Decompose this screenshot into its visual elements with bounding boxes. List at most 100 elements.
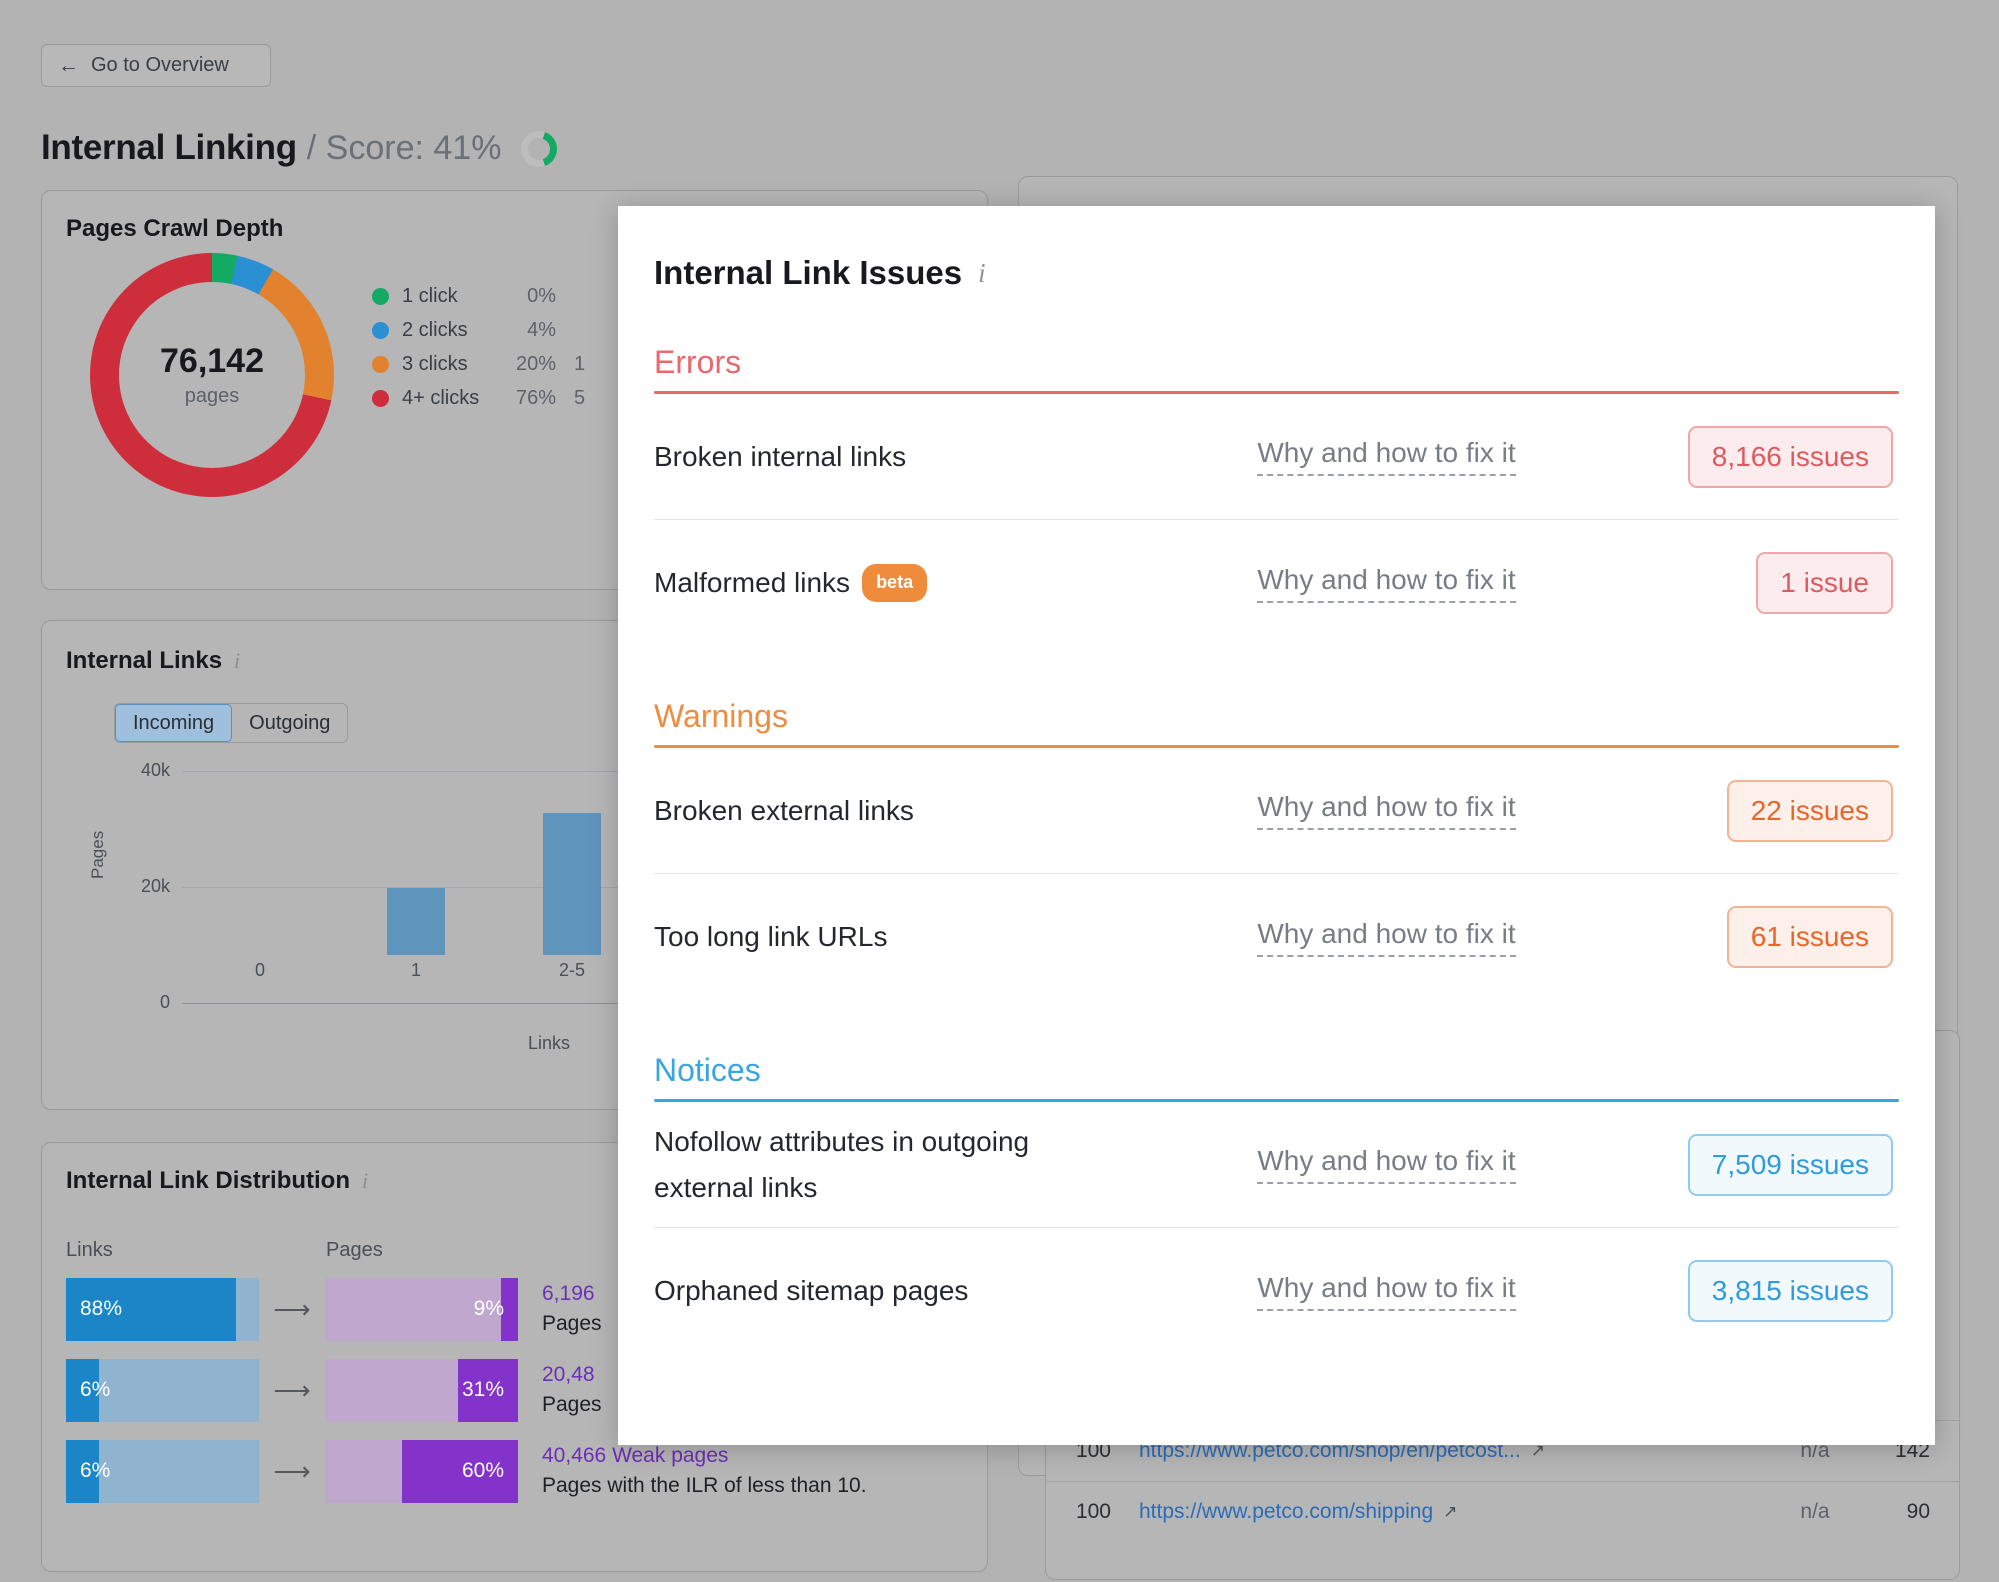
legend-color-dot (372, 356, 389, 373)
fix-link[interactable]: Why and how to fix it (1124, 1272, 1649, 1311)
arrow-left-icon: ← (58, 55, 79, 76)
legend-color-dot (372, 288, 389, 305)
score-ring-icon (521, 131, 557, 167)
external-link-icon[interactable]: ↗ (1443, 1502, 1457, 1522)
arrow-right-icon: ⟶ (259, 1294, 325, 1325)
legend-percent: 4% (510, 319, 556, 342)
distribution-count[interactable]: 20,48 (542, 1363, 602, 1387)
pages-bar: 31% (325, 1359, 518, 1422)
fix-link[interactable]: Why and how to fix it (1124, 1145, 1649, 1184)
issue-count-badge[interactable]: 8,166 issues (1688, 426, 1893, 488)
issue-label: Nofollow attributes in outgoing external… (654, 1119, 1124, 1210)
row-count: 90 (1870, 1500, 1960, 1524)
issue-section-title: Warnings (654, 646, 1899, 745)
distribution-text: 20,48Pages (542, 1363, 602, 1417)
y-axis-label: Pages (88, 831, 108, 879)
issue-section: Warnings Broken external links Why and how… (654, 646, 1899, 1000)
issue-count-badge[interactable]: 7,509 issues (1688, 1134, 1893, 1196)
issue-row: Broken external links Why and how to fix … (654, 748, 1899, 874)
fix-link-label[interactable]: Why and how to fix it (1257, 437, 1515, 476)
distribution-desc: Pages (542, 1312, 602, 1336)
distribution-count[interactable]: 6,196 (542, 1282, 602, 1306)
links-direction-toggle[interactable]: Incoming Outgoing (114, 703, 348, 743)
issue-row: Nofollow attributes in outgoing external… (654, 1102, 1899, 1228)
info-icon[interactable]: i (978, 258, 986, 289)
y-axis-tick: 20k (141, 876, 170, 897)
issue-count-wrap: 8,166 issues (1649, 426, 1899, 488)
legend-item: 1 click0% (372, 279, 585, 313)
legend-color-dot (372, 322, 389, 339)
page-title-main: Internal Linking (41, 128, 297, 168)
issue-row: Orphaned sitemap pages Why and how to fix… (654, 1228, 1899, 1354)
go-to-overview-label: Go to Overview (91, 54, 229, 77)
pages-bar: 9% (325, 1278, 518, 1341)
distribution-row: 6%⟶60%40,466 Weak pagesPages with the IL… (66, 1438, 966, 1504)
row-url-text: https://www.petco.com/shipping (1139, 1500, 1433, 1524)
issue-count-badge[interactable]: 61 issues (1727, 906, 1893, 968)
distribution-count[interactable]: 40,466 Weak pages (542, 1444, 867, 1468)
donut-total: 76,142 (160, 342, 264, 381)
issue-count-badge[interactable]: 1 issue (1756, 552, 1893, 614)
beta-badge: beta (862, 564, 927, 602)
legend-label: 1 click (402, 285, 510, 308)
pages-bar-percent: 31% (462, 1378, 504, 1402)
internal-links-title: Internal Links i (66, 647, 240, 675)
fix-link[interactable]: Why and how to fix it (1124, 437, 1649, 476)
links-bar: 6% (66, 1440, 259, 1503)
issue-row: Malformed links beta Why and how to fix it… (654, 520, 1899, 646)
toggle-outgoing[interactable]: Outgoing (232, 704, 347, 742)
issue-label: Malformed links (654, 560, 850, 605)
fix-link-label[interactable]: Why and how to fix it (1257, 564, 1515, 603)
links-bar: 6% (66, 1359, 259, 1422)
distribution-text: 40,466 Weak pagesPages with the ILR of l… (542, 1444, 867, 1498)
dialog-title: Internal Link Issues i (654, 254, 1935, 292)
fix-link[interactable]: Why and how to fix it (1124, 918, 1649, 957)
fix-link-label[interactable]: Why and how to fix it (1257, 1272, 1515, 1311)
go-to-overview-button[interactable]: ← Go to Overview (41, 44, 271, 87)
x-axis-tick: 1 (411, 960, 421, 981)
distribution-title: Internal Link Distribution i (66, 1167, 368, 1195)
fix-link[interactable]: Why and how to fix it (1124, 564, 1649, 603)
issue-name: Too long link URLs (654, 914, 1124, 959)
issue-name: Broken external links (654, 788, 1124, 833)
links-bar: 88% (66, 1278, 259, 1341)
issue-section: NoticesNofollow attributes in outgoing e… (654, 1000, 1899, 1354)
internal-link-issues-dialog[interactable]: Internal Link Issues i Errors Broken inte… (618, 206, 1935, 1445)
row-score: 100 (1045, 1500, 1111, 1524)
x-axis-tick: 0 (255, 960, 265, 981)
legend-item: 2 clicks4% (372, 313, 585, 347)
issue-label: Orphaned sitemap pages (654, 1268, 968, 1313)
table-row[interactable]: 100https://www.petco.com/shipping↗n/a90 (1045, 1481, 1960, 1541)
fix-link-label[interactable]: Why and how to fix it (1257, 791, 1515, 830)
arrow-right-icon: ⟶ (259, 1456, 325, 1487)
fix-link[interactable]: Why and how to fix it (1124, 791, 1649, 830)
info-icon[interactable]: i (234, 648, 240, 674)
issue-label: Broken external links (654, 788, 914, 833)
issue-row: Too long link URLs Why and how to fix it 6… (654, 874, 1899, 1000)
row-url[interactable]: https://www.petco.com/shipping ↗ (1111, 1500, 1760, 1524)
links-bar-percent: 88% (80, 1297, 122, 1321)
issue-count-wrap: 22 issues (1649, 780, 1899, 842)
x-axis-tick: 2-5 (559, 960, 585, 981)
toggle-incoming[interactable]: Incoming (115, 704, 232, 742)
bar[interactable] (387, 888, 445, 955)
issue-count-wrap: 61 issues (1649, 906, 1899, 968)
issue-count-badge[interactable]: 3,815 issues (1688, 1260, 1893, 1322)
issue-section-title: Errors (654, 292, 1899, 391)
info-icon[interactable]: i (362, 1168, 368, 1194)
legend-count: 1 (574, 353, 585, 376)
issue-label: Too long link URLs (654, 914, 887, 959)
links-bar-percent: 6% (80, 1378, 110, 1402)
legend-label: 2 clicks (402, 319, 510, 342)
fix-link-label[interactable]: Why and how to fix it (1257, 1145, 1515, 1184)
legend-percent: 20% (510, 353, 556, 376)
fix-link-label[interactable]: Why and how to fix it (1257, 918, 1515, 957)
crawl-depth-legend: 1 click0%2 clicks4%3 clicks20%14+ clicks… (372, 279, 585, 415)
issue-name: Nofollow attributes in outgoing external… (654, 1119, 1124, 1210)
bar[interactable] (543, 813, 601, 955)
issue-label: Broken internal links (654, 434, 906, 479)
page-title-score: / Score: 41% (307, 129, 502, 168)
legend-color-dot (372, 390, 389, 407)
issue-count-badge[interactable]: 22 issues (1727, 780, 1893, 842)
distribution-col-links: Links (66, 1239, 326, 1262)
